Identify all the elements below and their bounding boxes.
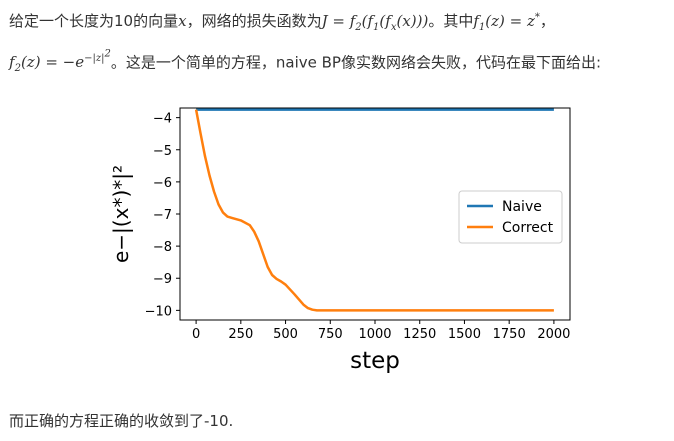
x-tick-label: 1500 <box>448 327 481 342</box>
intro-text-4: ， <box>539 12 555 30</box>
loss-chart: 0 250 500 750 1000 1250 1500 1750 2000 −4 −5 −6 −7 −8… <box>109 107 571 374</box>
f2-formula: f2(z) = −e−|z|2 <box>9 49 111 75</box>
x-tick-label: 2000 <box>537 327 570 342</box>
f1-formula: f1(z) = z* <box>473 12 540 33</box>
intro-text-1: 给定一个长度为10的向量 <box>9 12 179 30</box>
y-tick-label: −4 <box>153 112 172 127</box>
vector-x-math: x <box>178 12 187 30</box>
y-tick-label: −9 <box>153 272 172 287</box>
x-tick-label: 500 <box>273 327 298 342</box>
y-tick-label: −5 <box>153 144 172 159</box>
x-axis-label: step <box>350 348 400 374</box>
intro-paragraph: 给定一个长度为10的向量x，网络的损失函数为J = f2(f1(fx(x)))。… <box>9 4 666 82</box>
conclusion-text: 而正确的方程正确的收敛到了-10. <box>9 412 234 430</box>
x-tick-label: 1000 <box>358 327 391 342</box>
intro-text-2: ，网络的损失函数为 <box>186 12 322 30</box>
intro-text-5: 。这是一个简单的方程，naive BP像实数网络会失败，代码在最下面给出: <box>110 53 602 72</box>
loss-formula: J = f2(f1(fx(x))) <box>321 12 429 33</box>
x-tick-label: 1250 <box>403 327 436 342</box>
x-tick-label: 0 <box>192 327 200 342</box>
y-tick-label: −8 <box>153 240 172 255</box>
y-tick-label: −10 <box>145 304 172 319</box>
intro-text-3: 。其中 <box>428 12 474 30</box>
x-tick-label: 250 <box>228 327 253 342</box>
y-tick-label: −6 <box>153 176 172 191</box>
y-axis-label: e−|(x*)*|² <box>109 165 133 263</box>
x-tick-label: 1750 <box>493 327 526 342</box>
legend-label-naive: Naive <box>502 199 542 215</box>
y-tick-label: −7 <box>153 208 172 223</box>
x-tick-label: 750 <box>318 327 343 342</box>
legend-label-correct: Correct <box>502 220 554 236</box>
